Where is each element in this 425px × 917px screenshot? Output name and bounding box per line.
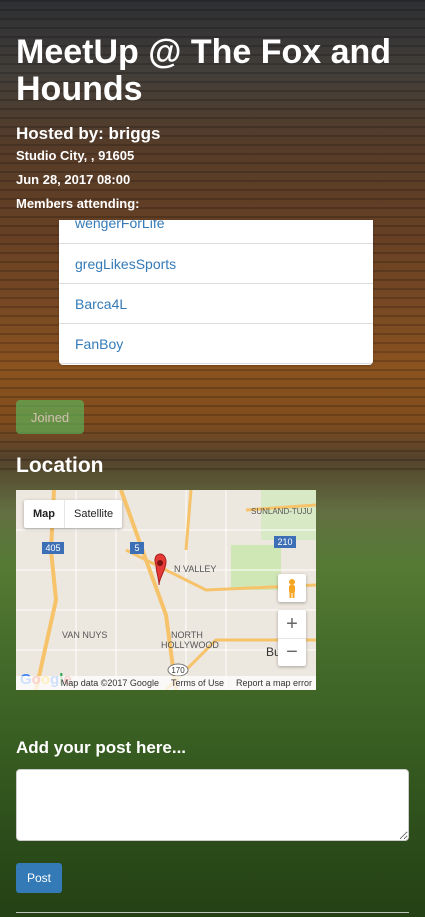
svg-text:N VALLEY: N VALLEY	[174, 564, 216, 574]
event-address: Studio City, , 91605	[16, 148, 135, 163]
svg-text:405: 405	[45, 543, 60, 553]
svg-text:170: 170	[171, 666, 185, 675]
event-title: MeetUp @ The Fox and Hounds	[16, 33, 392, 108]
post-textarea[interactable]	[16, 769, 409, 841]
divider	[16, 912, 409, 913]
svg-text:210: 210	[277, 537, 292, 547]
map-footer: Map data ©2017 Google Terms of Use Repor…	[16, 676, 316, 690]
street-view-pegman-icon[interactable]	[278, 574, 306, 602]
post-button[interactable]: Post	[16, 863, 62, 893]
event-page: MeetUp @ The Fox and Hounds Hosted by: b…	[0, 8, 425, 917]
zoom-in-button[interactable]: +	[278, 610, 306, 639]
event-datetime: Jun 28, 2017 08:00	[16, 172, 131, 187]
zoom-out-button[interactable]: −	[278, 639, 306, 666]
zoom-control: + −	[278, 610, 306, 666]
member-item[interactable]: wengerForLife	[59, 220, 373, 244]
location-map[interactable]: 405 5 210 170 SUNLAND-TUJU N VALLEY VAN …	[16, 490, 316, 690]
members-list[interactable]: wengerForLife gregLikesSports Barca4L Fa…	[59, 220, 373, 365]
svg-text:SUNLAND-TUJU: SUNLAND-TUJU	[251, 507, 313, 516]
joined-button[interactable]: Joined	[16, 400, 84, 434]
map-type-satellite-button[interactable]: Satellite	[65, 500, 122, 528]
event-host: Hosted by: briggs	[16, 124, 161, 143]
member-item[interactable]: gregLikesSports	[59, 244, 373, 284]
svg-text:HOLLYWOOD: HOLLYWOOD	[161, 640, 219, 650]
svg-text:5: 5	[134, 543, 139, 553]
members-label: Members attending:	[16, 196, 140, 211]
member-item[interactable]: Barca4L	[59, 284, 373, 324]
svg-text:VAN NUYS: VAN NUYS	[62, 630, 107, 640]
member-item[interactable]: FanBoy	[59, 324, 373, 364]
map-data-credit: Map data ©2017 Google	[60, 678, 159, 688]
terms-of-use-link[interactable]: Terms of Use	[171, 678, 224, 688]
location-heading: Location	[16, 454, 104, 477]
map-type-map-button[interactable]: Map	[24, 500, 65, 528]
report-map-error-link[interactable]: Report a map error	[236, 678, 312, 688]
post-heading: Add your post here...	[16, 738, 187, 757]
map-type-control[interactable]: Map Satellite	[24, 500, 123, 528]
svg-text:NORTH: NORTH	[171, 630, 203, 640]
